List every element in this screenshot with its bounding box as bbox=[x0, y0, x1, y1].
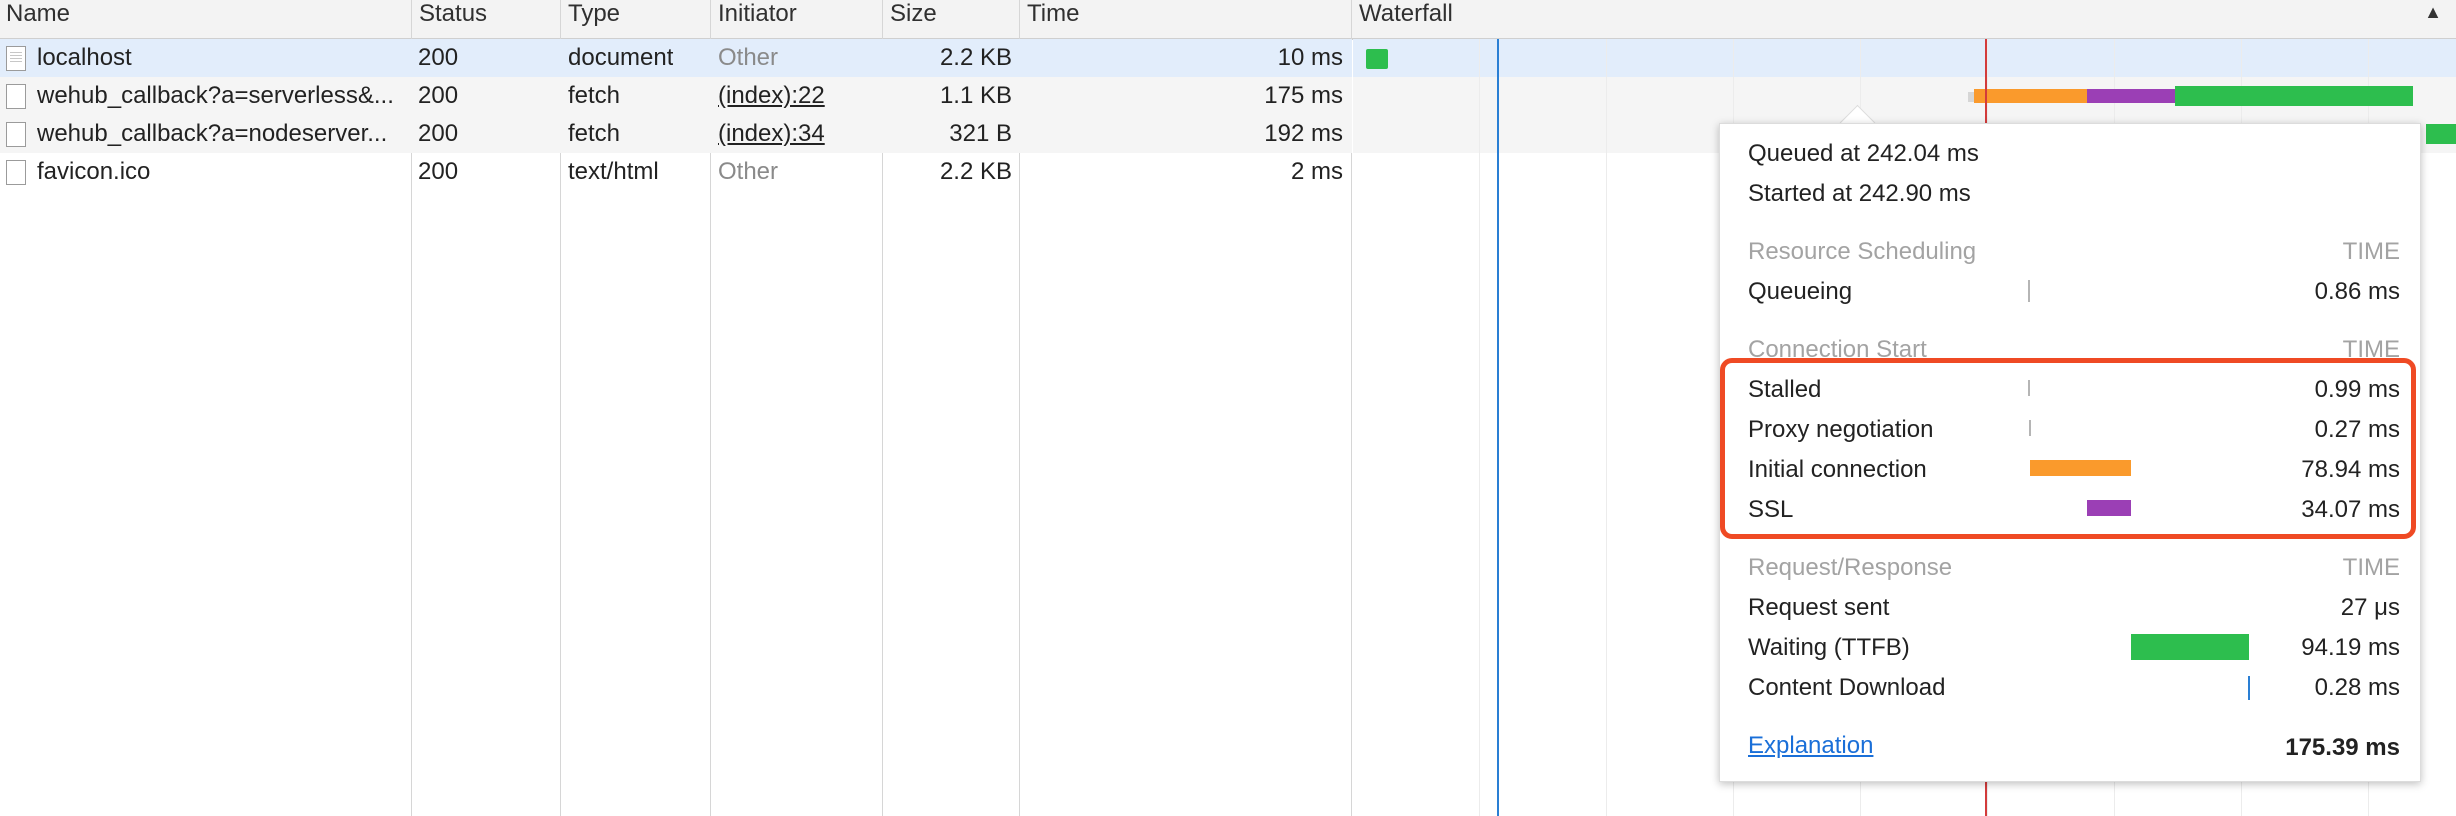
request-time: 192 ms bbox=[1264, 120, 1343, 147]
waterfall-gridline bbox=[1606, 39, 1607, 816]
content-download-bar bbox=[2248, 676, 2250, 700]
request-name: wehub_callback?a=serverless&... bbox=[37, 82, 394, 109]
waterfall-row-selected bbox=[1353, 39, 2456, 77]
table-row[interactable]: wehub_callback?a=serverless&... 200 fetc… bbox=[0, 77, 1352, 115]
content-download-label: Content Download bbox=[1748, 674, 1946, 701]
request-initiator: Other bbox=[718, 158, 779, 185]
waterfall-bar-waiting[interactable] bbox=[2175, 86, 2413, 106]
request-status: 200 bbox=[418, 44, 459, 71]
request-status: 200 bbox=[418, 120, 459, 147]
waiting-ttfb-value: 94.19 ms bbox=[2301, 634, 2400, 661]
column-size-header[interactable]: Size bbox=[884, 0, 937, 38]
request-sent-label: Request sent bbox=[1748, 594, 1890, 621]
column-waterfall-header[interactable]: Waterfall bbox=[1353, 0, 1453, 38]
request-size: 2.2 KB bbox=[939, 44, 1012, 71]
request-type: fetch bbox=[568, 82, 621, 109]
request-size: 1.1 KB bbox=[939, 82, 1012, 109]
request-status: 200 bbox=[418, 82, 459, 109]
request-initiator-link[interactable]: (index):34 bbox=[718, 115, 825, 153]
section-time-label: TIME bbox=[2342, 238, 2400, 265]
request-name: localhost bbox=[37, 44, 132, 71]
request-status: 200 bbox=[418, 158, 459, 185]
request-name: wehub_callback?a=nodeserver... bbox=[37, 120, 388, 147]
column-time-header[interactable]: Time bbox=[1021, 0, 1079, 38]
queueing-bar bbox=[2028, 280, 2030, 302]
request-time: 2 ms bbox=[1290, 158, 1343, 185]
column-name-header[interactable]: Name bbox=[0, 0, 70, 38]
file-icon bbox=[6, 122, 26, 147]
file-icon bbox=[6, 84, 26, 109]
waiting-ttfb-bar bbox=[2131, 634, 2249, 660]
explanation-link[interactable]: Explanation bbox=[1748, 732, 1873, 760]
request-size: 321 B bbox=[949, 120, 1012, 147]
column-type-header[interactable]: Type bbox=[562, 0, 620, 38]
request-initiator: Other bbox=[718, 44, 779, 71]
queueing-value: 0.86 ms bbox=[2314, 278, 2400, 305]
content-download-value: 0.28 ms bbox=[2314, 674, 2400, 701]
total-time-value: 175.39 ms bbox=[2285, 734, 2400, 761]
table-row-selected[interactable]: localhost 200 document Other 2.2 KB 10 m… bbox=[0, 39, 1352, 77]
queued-at-text: Queued at 242.04 ms bbox=[1748, 140, 1979, 167]
document-icon bbox=[6, 46, 26, 71]
request-sent-value: 27 μs bbox=[2340, 594, 2400, 621]
started-at-text: Started at 242.90 ms bbox=[1748, 180, 1971, 207]
request-type: fetch bbox=[568, 120, 621, 147]
dom-content-loaded-line bbox=[1497, 39, 1499, 816]
column-status-header[interactable]: Status bbox=[413, 0, 487, 38]
queueing-label: Queueing bbox=[1748, 278, 1853, 305]
connection-highlight-box bbox=[1720, 358, 2416, 539]
request-type: document bbox=[568, 44, 674, 71]
request-time: 175 ms bbox=[1264, 82, 1343, 109]
file-icon bbox=[6, 160, 26, 185]
table-row[interactable]: wehub_callback?a=nodeserver... 200 fetch… bbox=[0, 115, 1352, 153]
request-initiator-link[interactable]: (index):22 bbox=[718, 77, 825, 115]
waterfall-gridline bbox=[1479, 39, 1480, 816]
waterfall-bar-row3[interactable] bbox=[2426, 124, 2456, 144]
request-name: favicon.ico bbox=[37, 158, 151, 185]
request-time: 10 ms bbox=[1277, 44, 1343, 71]
table-row[interactable]: favicon.ico 200 text/html Other 2.2 KB 2… bbox=[0, 153, 1352, 191]
waiting-ttfb-label: Waiting (TTFB) bbox=[1748, 634, 1910, 661]
column-header-bar: Name Status Type Initiator Size Time Wat… bbox=[0, 0, 2456, 40]
column-initiator-header[interactable]: Initiator bbox=[712, 0, 797, 38]
waterfall-bar-connection[interactable] bbox=[1974, 89, 2087, 103]
section-time-label: TIME bbox=[2342, 554, 2400, 581]
section-resource-scheduling: Resource Scheduling bbox=[1748, 238, 1977, 265]
request-type: text/html bbox=[568, 158, 659, 185]
request-size: 2.2 KB bbox=[939, 158, 1012, 185]
waterfall-bar-localhost[interactable] bbox=[1366, 49, 1388, 69]
section-request-response: Request/Response bbox=[1748, 554, 1953, 581]
waterfall-bar-ssl[interactable] bbox=[2087, 89, 2175, 103]
sort-ascending-icon[interactable]: ▲ bbox=[2424, 2, 2442, 23]
